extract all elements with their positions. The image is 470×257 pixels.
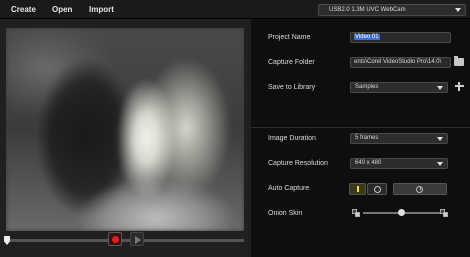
menu-import[interactable]: Import	[89, 5, 114, 14]
chevron-down-icon	[455, 8, 461, 12]
play-icon	[135, 236, 141, 244]
save-to-library-select[interactable]: Samples	[350, 82, 448, 93]
onion-skin-min-icon[interactable]	[352, 209, 360, 217]
chevron-down-icon	[437, 162, 443, 166]
capture-folder-label: Capture Folder	[268, 59, 315, 66]
play-button[interactable]	[130, 232, 144, 246]
project-name-input[interactable]: Video 01	[350, 32, 451, 43]
playback-scrubber[interactable]	[4, 236, 244, 245]
image-duration-value: 5 frames	[355, 135, 379, 141]
onion-skin-max-icon[interactable]	[440, 209, 448, 217]
capture-resolution-label: Capture Resolution	[268, 160, 328, 167]
auto-capture-toggle[interactable]	[349, 183, 366, 195]
add-library-icon[interactable]	[455, 82, 464, 91]
settings-panel: Project Name Video 01 Capture Folder ent…	[251, 19, 470, 257]
menu-create[interactable]: Create	[11, 5, 36, 14]
record-ring-icon	[374, 186, 381, 193]
capture-resolution-select[interactable]: 640 x 480	[350, 158, 448, 169]
webcam-frame-image	[6, 28, 244, 231]
scrubber-handle[interactable]	[4, 236, 10, 245]
layer-front-icon	[355, 212, 360, 217]
auto-capture-label: Auto Capture	[268, 185, 310, 192]
section-divider	[251, 127, 470, 128]
auto-capture-timer-button[interactable]	[393, 183, 447, 195]
save-to-library-label: Save to Library	[268, 84, 316, 91]
record-icon	[112, 236, 119, 243]
capture-folder-value: ents\Corel VideoStudio Pro\14.0\	[354, 59, 442, 65]
capture-folder-input[interactable]: ents\Corel VideoStudio Pro\14.0\	[350, 57, 451, 68]
onion-skin-label: Onion Skin	[268, 210, 303, 217]
preview-panel	[0, 19, 251, 257]
menu-bar: Create Open Import USB2.0 1.3M UVC WebCa…	[0, 0, 470, 19]
capture-device-select[interactable]: USB2.0 1.3M UVC WebCam	[318, 4, 466, 16]
project-name-value: Video 01	[354, 34, 380, 40]
folder-icon[interactable]	[454, 56, 464, 66]
onion-skin-slider-knob[interactable]	[398, 209, 405, 216]
toggle-on-icon	[357, 186, 359, 192]
save-to-library-value: Samples	[355, 84, 379, 90]
record-button[interactable]	[108, 232, 122, 246]
webcam-preview	[6, 28, 244, 231]
image-duration-select[interactable]: 5 frames	[350, 133, 448, 144]
project-name-label: Project Name	[268, 34, 311, 41]
clock-icon	[416, 186, 423, 193]
menu-open[interactable]: Open	[52, 5, 72, 14]
capture-device-value: USB2.0 1.3M UVC WebCam	[329, 7, 406, 13]
auto-capture-start-button[interactable]	[367, 183, 387, 195]
chevron-down-icon	[437, 86, 443, 90]
capture-resolution-value: 640 x 480	[355, 160, 382, 166]
chevron-down-icon	[437, 137, 443, 141]
image-duration-label: Image Duration	[268, 135, 316, 142]
layer-front-icon	[443, 212, 448, 217]
